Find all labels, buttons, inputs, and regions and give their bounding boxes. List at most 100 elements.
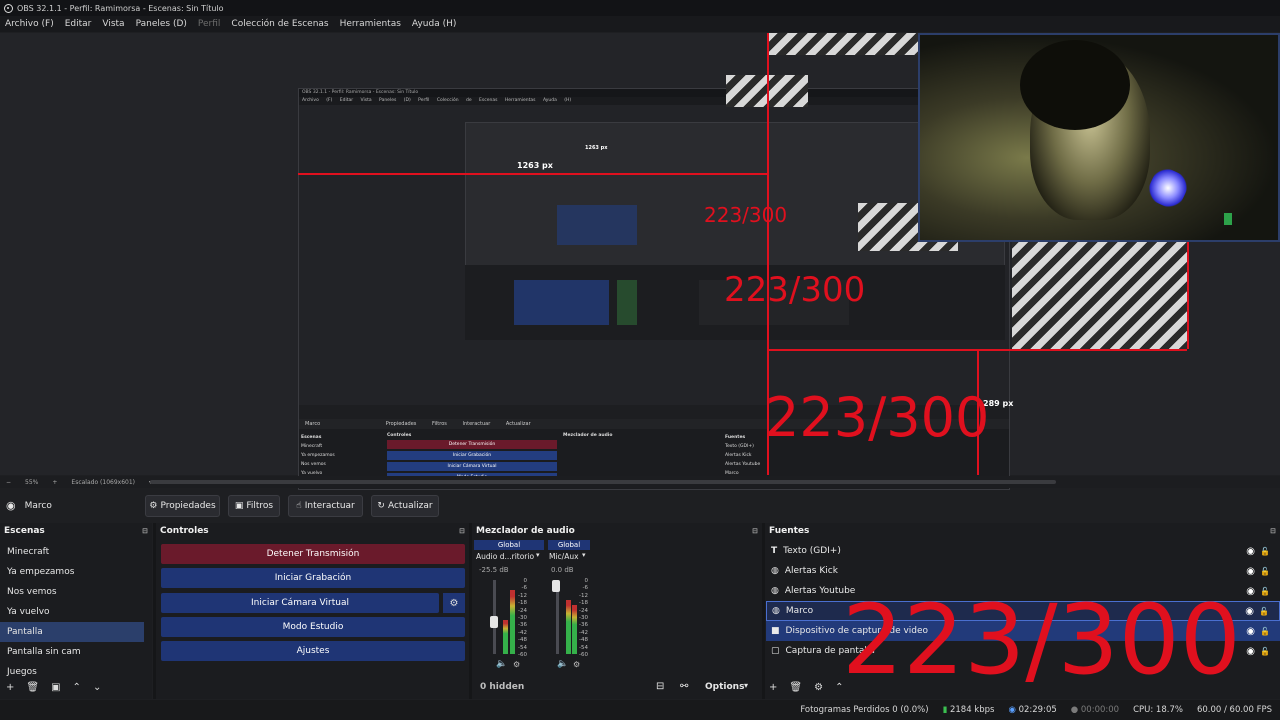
menu-herramientas[interactable]: Herramientas xyxy=(340,19,401,29)
webcam-led xyxy=(1224,213,1232,225)
scene-item[interactable]: Juegos xyxy=(0,662,152,676)
mixer-dock-header: Mezclador de audio ⊟ xyxy=(472,523,762,539)
rec-time-value: 00:00:00 xyxy=(1080,705,1120,715)
preview-area[interactable]: OBS 32.1.1 - Perfil: Ramimorsa - Escenas… xyxy=(0,33,1280,490)
cpu-usage: CPU: 18.7% xyxy=(1133,705,1183,715)
properties-button[interactable]: ⚙ Propiedades xyxy=(145,495,220,517)
scale-tick: -36 xyxy=(518,622,527,629)
refresh-icon: ↻ xyxy=(377,501,385,511)
arrow-up-icon[interactable]: ⌃ xyxy=(73,682,81,693)
dock-float-icon[interactable]: ⊟ xyxy=(752,527,758,535)
source-item[interactable]: T Texto (GDI+) ◉ 🔓 xyxy=(766,541,1280,561)
counter-overlay-dock: 223/300 xyxy=(842,584,1241,696)
eye-icon[interactable]: ◉ xyxy=(1246,586,1255,597)
speaker-icon[interactable]: 🔈 xyxy=(557,659,568,669)
properties-label: Propiedades xyxy=(160,501,216,511)
lock-icon[interactable]: 🔓 xyxy=(1260,567,1270,576)
eye-icon[interactable]: ◉ xyxy=(1246,646,1255,657)
add-icon[interactable]: + xyxy=(6,682,14,693)
lock-icon[interactable]: 🔓 xyxy=(1260,547,1270,556)
filter-icon: ▣ xyxy=(234,501,244,511)
filter-icon[interactable]: ▣ xyxy=(51,682,60,693)
studio-mode-button[interactable]: Modo Estudio xyxy=(161,617,465,637)
dock-float-icon[interactable]: ⊟ xyxy=(1270,527,1276,535)
gear-icon[interactable]: ⚙ xyxy=(513,660,520,669)
window-titlebar: OBS 32.1.1 - Perfil: Ramimorsa - Escenas… xyxy=(0,0,1280,16)
chevron-down-icon[interactable]: ▾ xyxy=(536,551,540,559)
controls-dock-header: Controles ⊟ xyxy=(156,523,469,539)
speaker-icon[interactable]: 🔈 xyxy=(496,659,507,669)
refresh-button[interactable]: ↻ Actualizar xyxy=(371,495,439,517)
trash-icon[interactable]: 🗑 xyxy=(789,682,802,693)
eye-icon[interactable]: ◉ xyxy=(1245,606,1254,617)
nested-dock-controles: Controles xyxy=(387,433,412,438)
preview-scrollbar[interactable] xyxy=(150,480,1056,484)
mixer-channel-name[interactable]: Mic/Aux xyxy=(549,552,579,561)
guide-line-horizontal xyxy=(298,173,768,175)
settings-button[interactable]: Ajustes xyxy=(161,641,465,661)
dock-float-icon[interactable]: ⊟ xyxy=(459,527,465,535)
mixer-hidden-count[interactable]: 0 hidden xyxy=(480,682,524,692)
scale-mode[interactable]: Escalado (1069x601) xyxy=(71,479,135,486)
scene-item-active[interactable]: Pantalla xyxy=(0,622,144,642)
refresh-label: Actualizar xyxy=(387,501,433,511)
start-recording-button[interactable]: Iniciar Grabación xyxy=(161,568,465,588)
lock-icon[interactable]: 🔓 xyxy=(1260,587,1270,596)
lock-icon[interactable]: 🔓 xyxy=(1259,607,1269,616)
eye-icon[interactable]: ◉ xyxy=(1246,566,1255,577)
mixer-channel-name[interactable]: Audio d...ritorio xyxy=(476,552,534,561)
menu-coleccion-escenas[interactable]: Colección de Escenas xyxy=(231,19,328,29)
layout-icon[interactable]: ⊟ xyxy=(656,681,664,692)
interact-button[interactable]: ☝ Interactuar xyxy=(288,495,363,517)
source-label: Alertas Kick xyxy=(784,566,838,576)
chevron-down-icon[interactable]: ▾ xyxy=(582,551,586,559)
scale-tick: -42 xyxy=(518,629,527,636)
filters-button[interactable]: ▣ Filtros xyxy=(228,495,280,517)
level-meter xyxy=(566,600,571,654)
chevron-down-icon[interactable]: ▾ xyxy=(744,681,748,690)
scale-tick: -30 xyxy=(518,615,527,622)
virtual-camera-settings-gear-icon[interactable]: ⚙ xyxy=(443,593,465,613)
volume-slider-knob[interactable] xyxy=(552,580,560,592)
nested-btn-interactuar: Interactuar xyxy=(462,421,491,427)
scene-item[interactable]: Ya empezamos xyxy=(0,562,152,582)
eye-icon[interactable]: ◉ xyxy=(1246,626,1255,637)
scenes-dock: Escenas ⊟ Minecraft Ya empezamos Nos vem… xyxy=(0,523,152,699)
scale-tick: -54 xyxy=(518,644,527,651)
scene-item[interactable]: Nos vemos xyxy=(0,582,152,602)
menu-perfil[interactable]: Perfil xyxy=(198,19,221,29)
menu-ayuda[interactable]: Ayuda (H) xyxy=(412,19,456,29)
source-label: Texto (GDI+) xyxy=(783,546,841,556)
gear-icon[interactable]: ⚙ xyxy=(814,682,823,693)
stop-streaming-button[interactable]: Detener Transmisión xyxy=(161,544,465,564)
width-measure-label-small: 1263 px xyxy=(585,145,608,151)
menu-editar[interactable]: Editar xyxy=(65,19,92,29)
link-icon[interactable]: ⚯ xyxy=(680,681,688,692)
webcam-feed xyxy=(918,33,1280,242)
scene-item[interactable]: Pantalla sin cam xyxy=(0,642,152,662)
eye-icon[interactable]: ◉ xyxy=(1246,546,1255,557)
menu-archivo[interactable]: Archivo (F) xyxy=(5,19,54,29)
start-virtual-camera-button[interactable]: Iniciar Cámara Virtual xyxy=(161,593,439,613)
lock-icon[interactable]: 🔓 xyxy=(1260,647,1270,656)
scene-item[interactable]: Minecraft xyxy=(0,542,152,562)
zoom-out-icon[interactable]: − xyxy=(6,479,11,486)
lock-icon[interactable]: 🔓 xyxy=(1260,627,1270,636)
dock-float-icon[interactable]: ⊟ xyxy=(142,527,148,535)
volume-slider-knob[interactable] xyxy=(490,616,498,628)
nested-ctrl-stop: Detener Transmisión xyxy=(387,440,557,449)
add-icon[interactable]: + xyxy=(769,682,777,693)
gear-icon[interactable]: ⚙ xyxy=(573,660,580,669)
menu-paneles[interactable]: Paneles (D) xyxy=(136,19,187,29)
menu-vista[interactable]: Vista xyxy=(102,19,124,29)
webcam-hair xyxy=(1020,40,1130,130)
zoom-in-icon[interactable]: + xyxy=(52,479,57,486)
source-item[interactable]: ◍ Alertas Kick ◉ 🔓 xyxy=(766,561,1280,581)
scale-tick: -18 xyxy=(518,600,527,607)
scene-item[interactable]: Ya vuelvo xyxy=(0,602,152,622)
hand-pointer-icon: ☝ xyxy=(296,501,302,511)
mixer-options-button[interactable]: Options xyxy=(705,682,744,692)
scale-tick: -48 xyxy=(518,637,527,644)
arrow-down-icon[interactable]: ⌄ xyxy=(93,682,101,693)
trash-icon[interactable]: 🗑 xyxy=(26,682,39,693)
